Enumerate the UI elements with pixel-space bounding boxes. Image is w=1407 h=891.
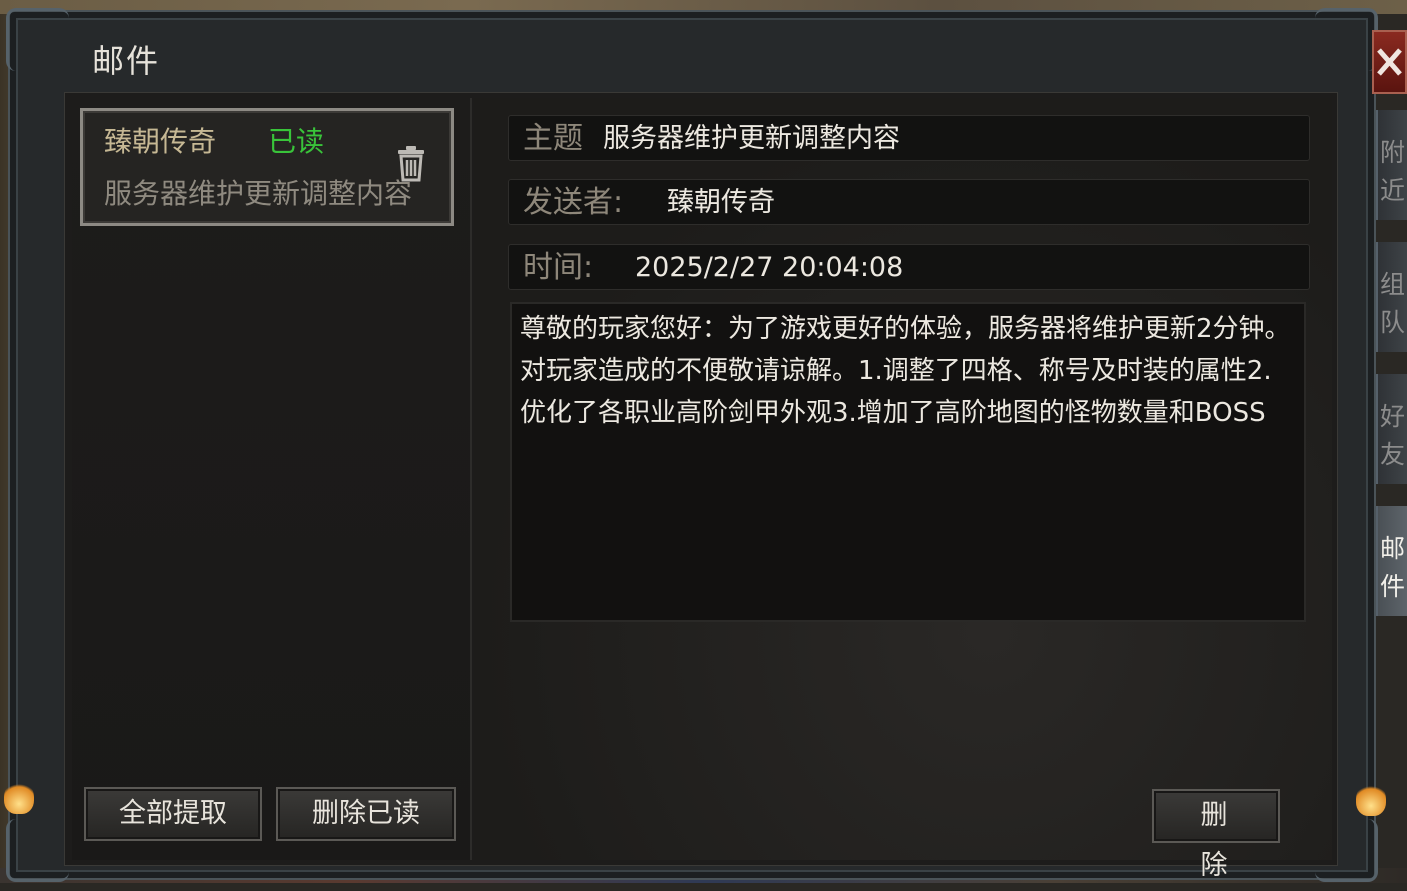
frame-corner	[6, 8, 69, 71]
delete-read-button[interactable]: 删除已读	[276, 787, 456, 841]
close-icon[interactable]	[1372, 30, 1407, 94]
tab-nearby[interactable]: 附近	[1376, 110, 1407, 220]
side-tabs: 附近 组队 好友 邮件	[1376, 110, 1407, 670]
sender-label: 发送者:	[523, 185, 624, 220]
trash-icon[interactable]	[396, 146, 426, 182]
collect-all-button[interactable]: 全部提取	[84, 787, 262, 841]
time-row: 时间: 2025/2/27 20:04:08	[508, 244, 1310, 290]
tab-mail[interactable]: 邮件	[1376, 506, 1407, 616]
tab-friends[interactable]: 好友	[1376, 374, 1407, 484]
frame-corner	[6, 819, 69, 882]
mail-body-text: 尊敬的玩家您好：为了游戏更好的体验，服务器将维护更新2分钟。对玩家造成的不便敬请…	[520, 314, 1291, 428]
subject-row: 主题 服务器维护更新调整内容	[508, 115, 1310, 161]
mail-body-box[interactable]: 尊敬的玩家您好：为了游戏更好的体验，服务器将维护更新2分钟。对玩家造成的不便敬请…	[510, 302, 1306, 622]
delete-mail-button[interactable]: 删 除	[1152, 789, 1280, 881]
tab-team[interactable]: 组队	[1376, 242, 1407, 352]
mail-item-status: 已读	[268, 125, 325, 158]
mail-item-sender: 臻朝传奇	[104, 125, 217, 158]
time-label: 时间:	[523, 250, 594, 285]
frame-corner	[1315, 8, 1378, 71]
sender-row: 发送者: 臻朝传奇	[508, 179, 1310, 225]
torch-flame-icon	[4, 780, 34, 814]
subject-label: 主题	[523, 121, 583, 156]
time-value: 2025/2/27 20:04:08	[635, 252, 904, 283]
subject-value: 服务器维护更新调整内容	[603, 123, 900, 154]
window-title: 邮件	[92, 42, 161, 80]
sender-value: 臻朝传奇	[667, 187, 775, 218]
torch-flame-icon	[1356, 782, 1386, 816]
